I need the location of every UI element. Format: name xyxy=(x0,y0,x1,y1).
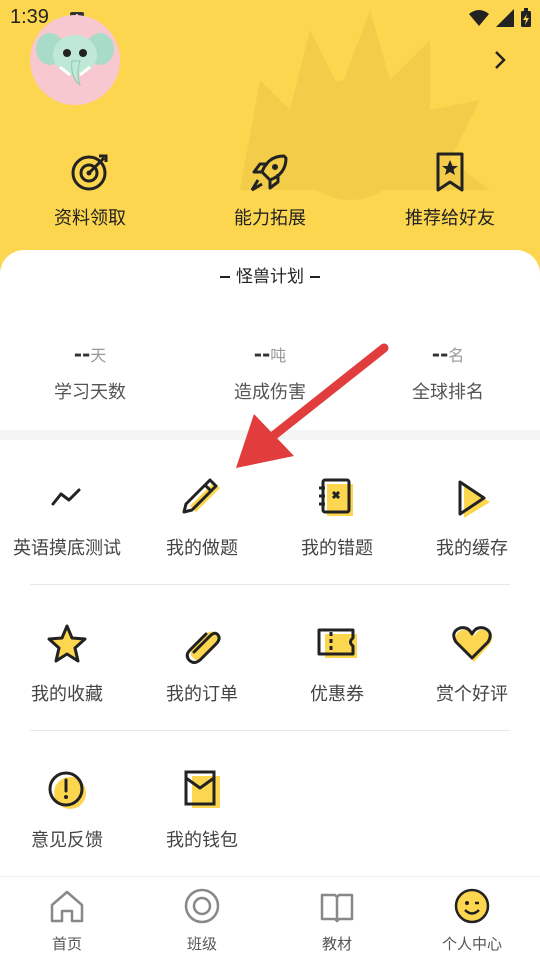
menu-label: 英语摸底测试 xyxy=(13,538,121,559)
menu-label: 我的订单 xyxy=(166,684,238,705)
status-time: 1:39 xyxy=(10,6,49,28)
menu-my-mistakes[interactable]: 我的错题 xyxy=(267,476,407,560)
card-title: 怪兽计划 xyxy=(0,262,540,287)
chevron-right-icon[interactable] xyxy=(490,48,510,72)
monster-plan-card: 怪兽计划 --天 学习天数 --吨 造成伤害 --名 全球排名 xyxy=(0,250,540,430)
smiley-icon xyxy=(454,888,490,924)
signal-icon xyxy=(496,9,514,27)
star-icon xyxy=(47,624,87,663)
tab-textbook[interactable]: 教材 xyxy=(287,887,387,954)
quick-link-ability[interactable]: 能力拓展 xyxy=(220,150,320,230)
stat-damage: --吨 造成伤害 xyxy=(190,342,350,404)
menu-my-cache[interactable]: 我的缓存 xyxy=(402,476,540,560)
stat-unit: 吨 xyxy=(270,346,287,365)
menu-english-test[interactable]: 英语摸底测试 xyxy=(0,476,137,560)
bookmark-star-icon xyxy=(436,152,464,192)
wallet-icon xyxy=(184,770,220,808)
menu-my-wallet[interactable]: 我的钱包 xyxy=(132,768,272,852)
stat-label: 造成伤害 xyxy=(234,382,306,403)
menu-label: 赏个好评 xyxy=(436,684,508,705)
stat-label: 学习天数 xyxy=(54,382,126,403)
stat-value: -- xyxy=(253,342,271,366)
menu-coupons[interactable]: 优惠券 xyxy=(267,622,407,706)
menu-my-practice[interactable]: 我的做题 xyxy=(132,476,272,560)
home-icon xyxy=(50,890,84,923)
pencil-icon xyxy=(182,478,220,514)
menu-label: 我的做题 xyxy=(166,538,238,559)
wifi-icon xyxy=(469,10,489,26)
quick-link-label: 能力拓展 xyxy=(234,208,306,229)
avatar[interactable] xyxy=(30,15,120,105)
coupon-icon xyxy=(317,628,357,658)
bottom-tab-bar: 首页 班级 教材 个人中心 xyxy=(0,876,540,960)
menu-label: 我的收藏 xyxy=(31,684,103,705)
tab-label: 个人中心 xyxy=(441,935,502,953)
quick-link-label: 资料领取 xyxy=(54,208,126,229)
menu-label: 我的错题 xyxy=(301,538,373,559)
menu-label: 优惠券 xyxy=(310,684,364,705)
menu-my-favorites[interactable]: 我的收藏 xyxy=(0,622,137,706)
stat-study-days: --天 学习天数 xyxy=(10,342,170,404)
quick-link-recommend[interactable]: 推荐给好友 xyxy=(400,150,500,230)
tab-label: 首页 xyxy=(51,935,82,953)
menu-my-orders[interactable]: 我的订单 xyxy=(132,622,272,706)
trend-icon xyxy=(51,488,81,506)
stat-value: -- xyxy=(73,342,91,366)
stat-unit: 名 xyxy=(448,346,465,365)
tab-class[interactable]: 班级 xyxy=(152,887,252,954)
book-icon xyxy=(320,893,354,923)
stat-label: 全球排名 xyxy=(412,382,484,403)
stat-unit: 天 xyxy=(90,346,107,365)
play-icon xyxy=(458,480,490,518)
divider xyxy=(30,584,510,585)
exclamation-icon xyxy=(48,771,86,809)
paperclip-icon xyxy=(185,631,221,664)
battery-icon xyxy=(521,8,531,27)
notebook-x-icon xyxy=(319,478,353,516)
heart-icon xyxy=(452,626,493,662)
status-icons xyxy=(468,8,532,28)
stat-global-rank: --名 全球排名 xyxy=(368,342,528,404)
quick-link-materials[interactable]: 资料领取 xyxy=(40,150,140,230)
divider xyxy=(30,730,510,731)
menu-label: 意见反馈 xyxy=(31,830,103,851)
menu-label: 我的缓存 xyxy=(436,538,508,559)
class-icon xyxy=(184,888,220,924)
menu-rate-app[interactable]: 赏个好评 xyxy=(402,622,540,706)
stat-value: -- xyxy=(431,342,449,366)
elephant-avatar-icon xyxy=(36,33,114,87)
tab-label: 教材 xyxy=(321,935,352,953)
rocket-icon xyxy=(250,154,288,192)
feature-grid: 英语摸底测试 我的做题 我的错题 我的缓存 我的收藏 我的订单 优惠券 赏个好评… xyxy=(0,440,540,876)
tab-profile[interactable]: 个人中心 xyxy=(422,887,522,954)
tab-home[interactable]: 首页 xyxy=(17,887,117,954)
menu-feedback[interactable]: 意见反馈 xyxy=(0,768,137,852)
target-icon xyxy=(71,154,108,191)
tab-label: 班级 xyxy=(186,935,217,953)
quick-link-label: 推荐给好友 xyxy=(405,208,495,229)
menu-label: 我的钱包 xyxy=(166,830,238,851)
